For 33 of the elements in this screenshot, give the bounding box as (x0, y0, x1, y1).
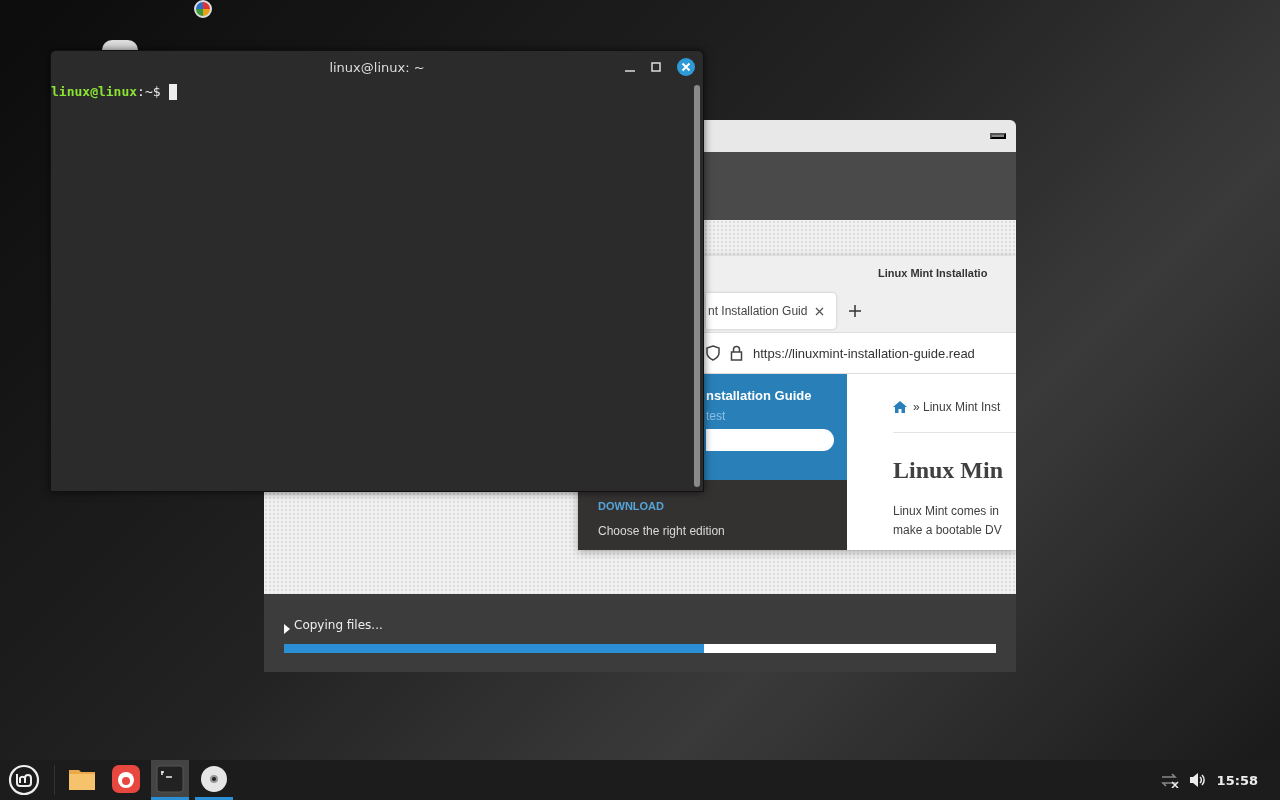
menu-button[interactable] (8, 764, 40, 796)
app-icon[interactable] (194, 0, 212, 18)
close-icon[interactable] (676, 57, 696, 77)
scrollbar[interactable] (694, 85, 700, 487)
terminal-icon (155, 763, 185, 794)
lock-icon (730, 345, 743, 361)
plus-icon[interactable] (848, 304, 863, 318)
section-heading: DOWNLOAD (598, 500, 665, 512)
paragraph-text: Linux Mint comes in (893, 503, 1001, 520)
maximize-icon[interactable] (650, 61, 662, 73)
network-icon[interactable] (1158, 772, 1179, 788)
text-cursor (168, 84, 177, 100)
prompt-path: :~$ (137, 84, 161, 99)
search-field[interactable] (706, 429, 834, 451)
close-icon[interactable] (815, 306, 825, 316)
browser-icon (111, 763, 141, 794)
status-text: Copying files... (294, 618, 383, 632)
window-title: linux@linux: ~ (329, 59, 425, 75)
minimize-button[interactable] (990, 133, 1006, 139)
breadcrumb[interactable]: » Linux Mint Inst (913, 400, 1001, 414)
version-label: test (706, 409, 727, 423)
paragraph-text: make a bootable DV (893, 522, 1003, 539)
volume-icon[interactable] (1188, 772, 1207, 788)
browser-tab[interactable]: nt Installation Guid (706, 293, 837, 329)
home-icon[interactable] (893, 401, 907, 413)
shield-icon (706, 345, 720, 361)
clock[interactable]: 15:58 (1216, 772, 1258, 788)
site-title[interactable]: nstallation Guide (706, 388, 847, 403)
page-heading: Linux Min (893, 457, 1005, 484)
nav-link[interactable]: Choose the right edition (598, 524, 847, 538)
expander-icon[interactable] (284, 624, 290, 634)
prompt-user: linux@linux (51, 84, 138, 99)
url-field[interactable]: https://linuxmint-installation-guide.read (753, 345, 975, 361)
